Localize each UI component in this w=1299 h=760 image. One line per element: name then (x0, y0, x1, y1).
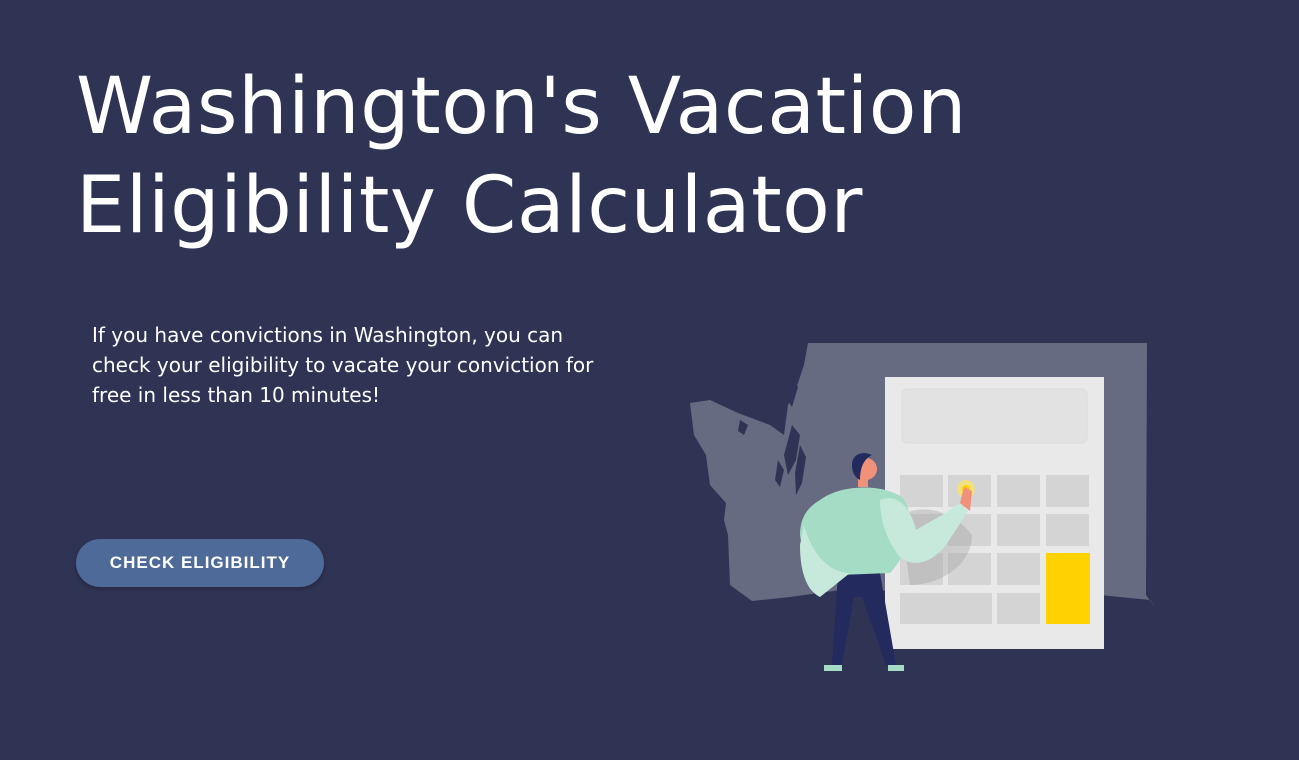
check-eligibility-button[interactable]: CHECK ELIGIBILITY (76, 539, 324, 587)
intro-text: If you have convictions in Washington, y… (92, 320, 652, 410)
hero-illustration (690, 343, 1156, 671)
intro-text-line-1: If you have convictions in Washington, y… (92, 323, 564, 347)
page-title-line-2: Eligibility Calculator (76, 161, 863, 251)
intro-text-line-3: free in less than 10 minutes! (92, 383, 381, 407)
intro-text-line-2: check your eligibility to vacate your co… (92, 353, 594, 377)
page-title: Washington's Vacation Eligibility Calcul… (76, 58, 1076, 256)
page-title-line-1: Washington's Vacation (76, 62, 967, 152)
landing-page: Washington's Vacation Eligibility Calcul… (0, 0, 1299, 760)
